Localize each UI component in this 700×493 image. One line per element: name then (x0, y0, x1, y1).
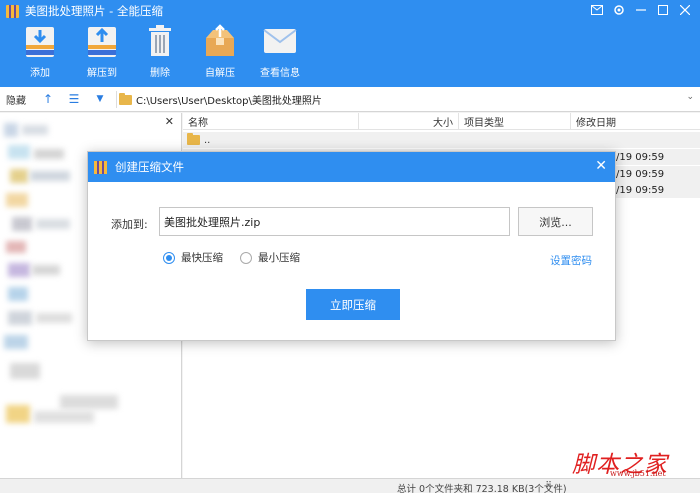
file-modified: /19 09:59 (616, 168, 665, 180)
extract-icon (83, 22, 121, 60)
add-archive-icon (21, 22, 59, 60)
blurred-tree-label (36, 313, 72, 323)
column-size[interactable]: 大小 (359, 113, 459, 129)
trash-icon (141, 22, 179, 60)
parent-folder-label: .. (204, 134, 211, 146)
window-title: 美图批处理照片 - 全能压缩 (25, 4, 163, 18)
blurred-tree-icon (10, 363, 40, 379)
blurred-tree-label (60, 395, 118, 409)
blurred-tree-icon (10, 169, 28, 183)
create-archive-dialog: 创建压缩文件 ✕ 添加到: 浏览... 最快压缩 最小压缩 设置密码 立即压缩 (87, 151, 616, 341)
blurred-tree-icon (6, 241, 26, 253)
close-icon[interactable] (676, 2, 694, 18)
watermark-logo: 脚本之家 www.jb51.net (572, 445, 668, 479)
smallest-label: 最小压缩 (258, 252, 300, 264)
browse-button[interactable]: 浏览... (518, 207, 593, 236)
blurred-tree-icon (8, 263, 30, 277)
blurred-tree-label (30, 171, 70, 181)
parent-folder-row[interactable]: .. (183, 132, 700, 148)
blurred-tree-icon (8, 311, 32, 325)
status-bar: 总计 0个文件夹和 723.18 KB(3个文件) ⠿ (0, 478, 700, 493)
radio-unselected-icon (240, 251, 252, 264)
fastest-label: 最快压缩 (181, 252, 223, 264)
status-summary: 总计 0个文件夹和 723.18 KB(3个文件) (397, 484, 567, 493)
blurred-tree-label (34, 149, 64, 159)
column-type[interactable]: 项目类型 (459, 113, 571, 129)
folder-icon (187, 133, 200, 145)
self-extract-button[interactable]: 自解压 (190, 22, 250, 82)
file-list-header: 名称 大小 项目类型 修改日期 (183, 113, 700, 130)
blurred-tree-icon (12, 217, 32, 231)
set-password-link[interactable]: 设置密码 (550, 253, 592, 268)
file-modified: /19 09:59 (616, 184, 665, 196)
toolbar: 添加 解压到 删除 自解压 查看信息 (10, 22, 310, 82)
dialog-header: 创建压缩文件 ✕ (88, 152, 615, 182)
window-title-area: 美图批处理照片 - 全能压缩 (6, 3, 163, 19)
view-dropdown-icon[interactable]: ▼ (90, 94, 110, 104)
dialog-close-icon[interactable]: ✕ (595, 158, 607, 174)
blurred-tree-label (34, 411, 94, 423)
address-bar: 隐藏 ↑ ☰ ▼ C:\Users\User\Desktop\美图批处理照片 ⌄ (0, 87, 700, 112)
view-info-button[interactable]: 查看信息 (250, 22, 310, 82)
delete-button[interactable]: 删除 (130, 22, 190, 82)
blurred-tree-label (32, 265, 60, 275)
smallest-compression-radio[interactable]: 最小压缩 (240, 250, 300, 265)
blurred-tree-icon (8, 287, 28, 301)
fastest-compression-radio[interactable]: 最快压缩 (163, 250, 223, 265)
extract-to-label: 解压到 (87, 68, 117, 79)
envelope-icon (261, 22, 299, 60)
blurred-tree-label (22, 125, 48, 135)
delete-label: 删除 (150, 68, 170, 79)
list-view-icon[interactable]: ☰ (64, 92, 84, 106)
view-info-label: 查看信息 (260, 68, 300, 79)
maximize-icon[interactable] (654, 2, 672, 18)
app-logo-icon (94, 160, 107, 174)
blurred-tree-icon (6, 193, 28, 207)
resize-grip-icon[interactable]: ⠿ (545, 481, 552, 491)
dialog-title: 创建压缩文件 (115, 160, 184, 174)
blurred-tree-icon (4, 123, 18, 137)
blurred-tree-icon (6, 405, 30, 423)
app-logo-icon (6, 4, 19, 18)
minimize-icon[interactable] (632, 2, 650, 18)
blurred-tree-label (36, 219, 70, 229)
window-controls (588, 2, 694, 18)
destination-input[interactable] (159, 207, 510, 236)
radio-selected-icon (163, 251, 175, 264)
file-modified: /19 09:59 (616, 151, 665, 163)
extract-to-button[interactable]: 解压到 (72, 22, 132, 82)
path-dropdown-icon[interactable]: ⌄ (686, 92, 694, 102)
blurred-tree-icon (8, 145, 30, 159)
folder-icon (119, 92, 132, 105)
top-toolbar-area: 美图批处理照片 - 全能压缩 添加 解压到 删除 自解压 查看信息 (0, 0, 700, 87)
path-text: C:\Users\User\Desktop\美图批处理照片 (136, 96, 322, 107)
compress-now-button[interactable]: 立即压缩 (306, 289, 400, 320)
blurred-tree-icon (4, 335, 28, 349)
add-button[interactable]: 添加 (10, 22, 70, 82)
add-to-label: 添加到: (111, 218, 148, 231)
path-field[interactable]: C:\Users\User\Desktop\美图批处理照片 ⌄ (116, 91, 696, 108)
box-icon (201, 22, 239, 60)
hide-panel-button[interactable]: 隐藏 (6, 92, 32, 107)
watermark-sub: www.jb51.net (610, 469, 666, 478)
mail-icon[interactable] (588, 2, 606, 18)
column-name[interactable]: 名称 (183, 113, 359, 129)
column-modified[interactable]: 修改日期 (571, 113, 700, 129)
add-label: 添加 (30, 68, 50, 79)
up-folder-icon[interactable]: ↑ (38, 92, 58, 106)
self-extract-label: 自解压 (205, 68, 235, 79)
close-panel-icon[interactable]: ✕ (165, 115, 174, 128)
settings-icon[interactable] (610, 2, 628, 18)
